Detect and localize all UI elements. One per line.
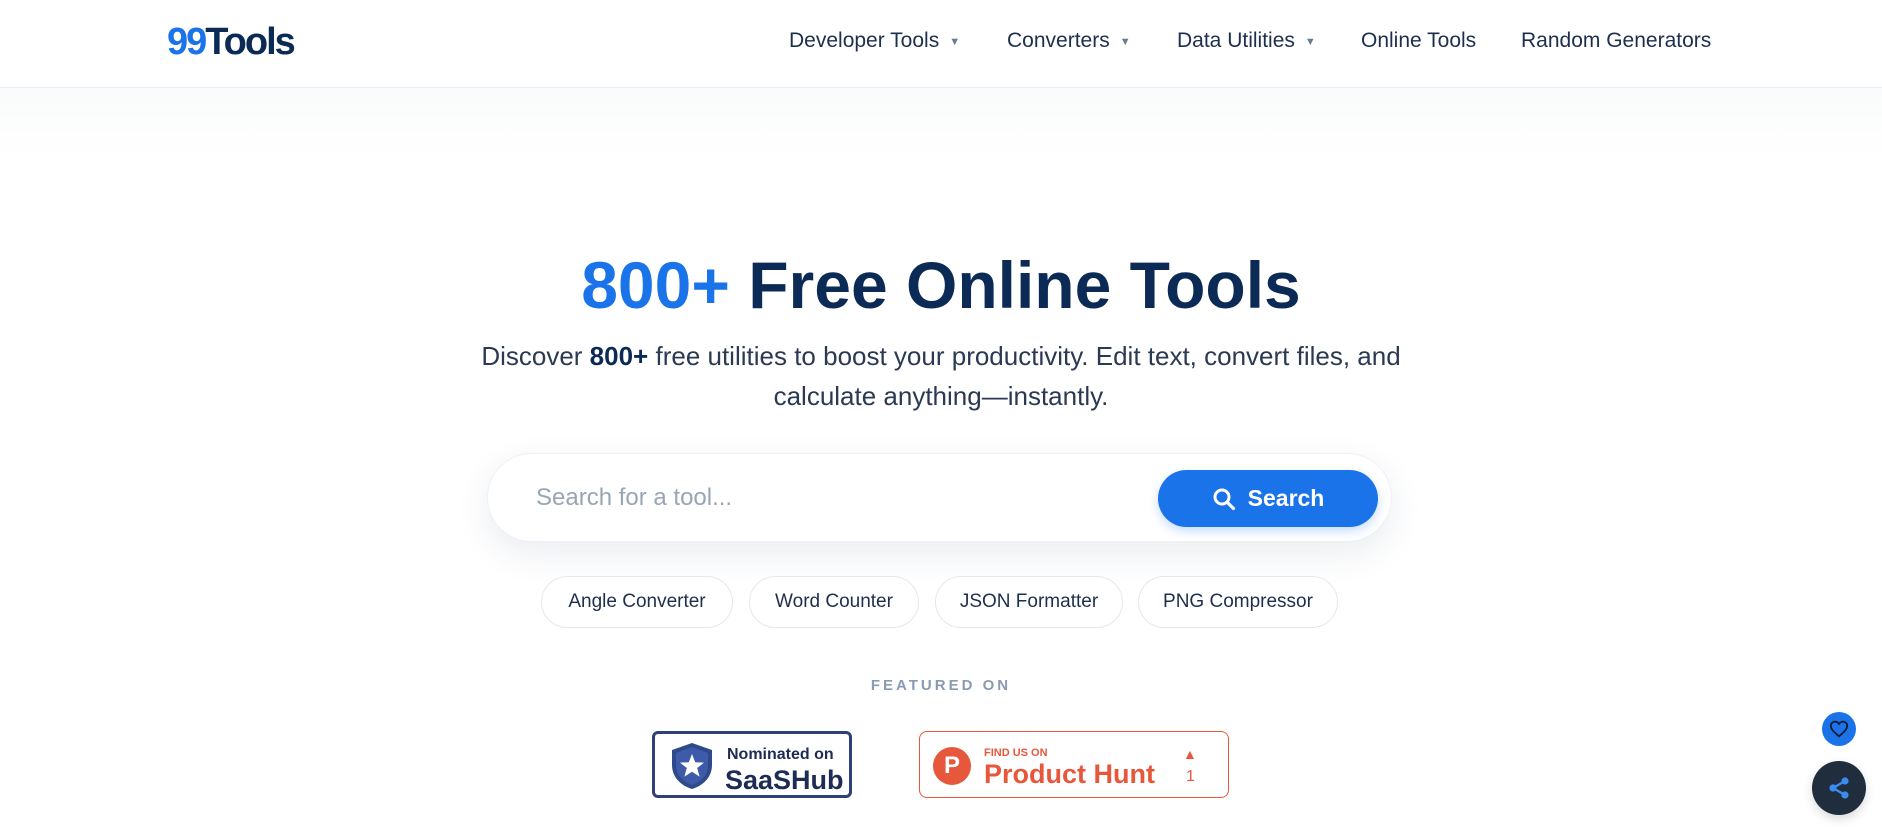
saashub-badge[interactable]: Nominated on SaaSHub [652,731,852,798]
chevron-down-icon: ▼ [1304,36,1316,48]
page-title: 800+ Free Online Tools [0,248,1882,322]
subtitle-after: free utilities to boost your productivit… [648,341,1401,411]
nav-label: Online Tools [1361,29,1477,52]
title-text: Free Online Tools [748,248,1301,322]
saashub-big-text: SaaSHub [725,765,844,795]
chip-json-formatter[interactable]: JSON Formatter [935,576,1123,628]
favorite-button[interactable] [1822,712,1856,746]
nav-label: Data Utilities [1177,29,1295,52]
product-hunt-big-text: Product Hunt [984,759,1155,789]
product-hunt-logo-icon: P [933,747,971,785]
product-hunt-small-text: FIND US ON [984,747,1048,759]
upvote-arrow-icon: ▲ [1183,746,1197,762]
share-icon [1829,777,1849,799]
chip-label: Word Counter [775,591,893,612]
search-icon [1213,488,1235,510]
share-button[interactable] [1812,761,1866,815]
nav-label: Random Generators [1521,29,1712,52]
chip-png-compressor[interactable]: PNG Compressor [1138,576,1338,628]
chevron-down-icon: ▼ [1119,36,1131,48]
chip-label: PNG Compressor [1163,591,1313,612]
title-accent: 800+ [581,248,730,322]
nav-label: Converters [1007,29,1110,52]
main-nav: Developer Tools ▼ Converters ▼ Data Util… [0,28,1882,54]
product-hunt-badge[interactable]: P FIND US ON Product Hunt ▲ 1 [919,731,1229,798]
saashub-small-text: Nominated on [727,746,834,763]
upvote-count: 1 [1186,768,1195,785]
subtitle-bold: 800+ [589,341,649,371]
page-subtitle: Discover 800+ free utilities to boost yo… [441,336,1441,416]
nav-random-generators[interactable]: Random Generators [1521,28,1711,54]
site-header: 99Tools Developer Tools ▼ Converters ▼ D… [0,0,1882,88]
chip-angle-converter[interactable]: Angle Converter [541,576,733,628]
subtitle-before: Discover [481,341,590,371]
chevron-down-icon: ▼ [949,36,961,48]
search-button[interactable]: Search [1158,470,1378,527]
heart-icon [1829,720,1849,738]
nav-developer-tools[interactable]: Developer Tools ▼ [789,28,960,54]
chip-word-counter[interactable]: Word Counter [749,576,919,628]
chip-label: Angle Converter [568,591,706,612]
star-shield-icon [672,743,712,789]
nav-online-tools[interactable]: Online Tools [1361,28,1476,54]
search-bar: Search [487,453,1392,542]
nav-label: Developer Tools [789,29,940,52]
chip-label: JSON Formatter [959,591,1099,612]
nav-converters[interactable]: Converters ▼ [1007,28,1131,54]
search-input[interactable] [536,476,1096,520]
search-button-label: Search [1247,485,1325,511]
nav-data-utilities[interactable]: Data Utilities ▼ [1177,28,1316,54]
featured-label: FEATURED ON [870,677,1012,694]
